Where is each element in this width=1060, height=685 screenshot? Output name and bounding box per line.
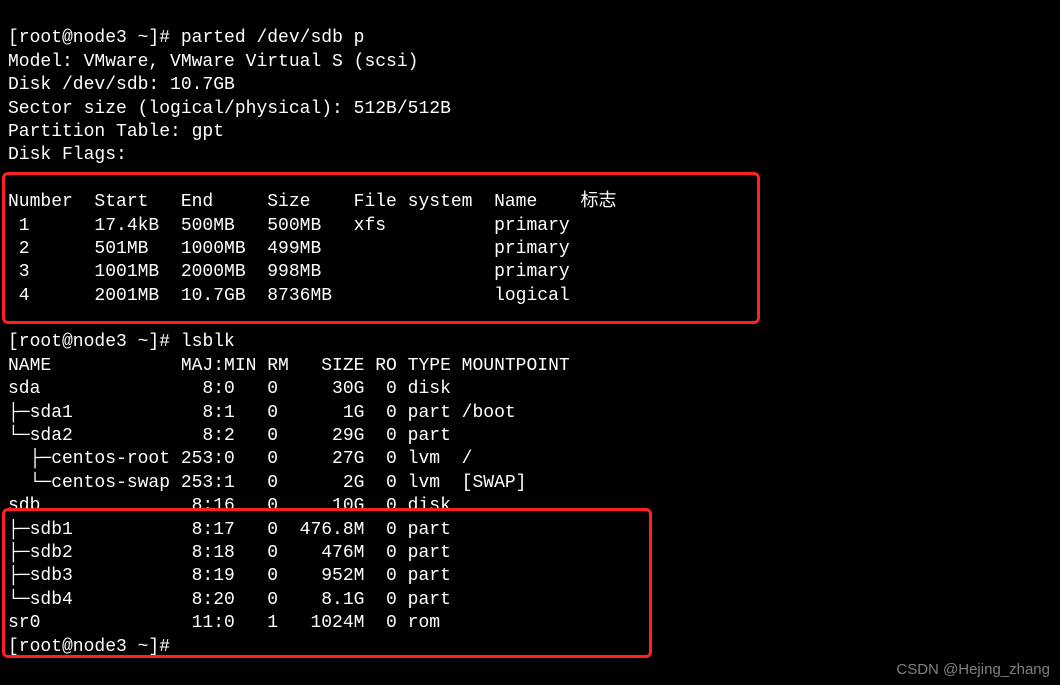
prompt-host: [root@node3 ~] bbox=[8, 637, 159, 657]
info-line: Disk /dev/sdb: 10.7GB bbox=[8, 75, 235, 95]
command-text: lsblk bbox=[181, 332, 235, 352]
lsblk-row: └─centos-swap 253:1 0 2G 0 lvm [SWAP] bbox=[8, 473, 526, 493]
lsblk-row: ├─centos-root 253:0 0 27G 0 lvm / bbox=[8, 449, 472, 469]
info-line: Partition Table: gpt bbox=[8, 122, 224, 142]
parted-row: 3 1001MB 2000MB 998MB primary bbox=[8, 262, 570, 282]
lsblk-row: sdb 8:16 0 10G 0 disk bbox=[8, 496, 462, 516]
info-line: Model: VMware, VMware Virtual S (scsi) bbox=[8, 52, 418, 72]
lsblk-row: ├─sdb2 8:18 0 476M 0 part bbox=[8, 543, 462, 563]
parted-row: 2 501MB 1000MB 499MB primary bbox=[8, 239, 570, 259]
lsblk-row: ├─sda1 8:1 0 1G 0 part /boot bbox=[8, 403, 516, 423]
prompt-line-1: [root@node3 ~]# parted /dev/sdb p bbox=[8, 28, 364, 48]
prompt-line-2: [root@node3 ~]# lsblk bbox=[8, 332, 235, 352]
info-line: Sector size (logical/physical): 512B/512… bbox=[8, 99, 451, 119]
lsblk-row: └─sdb4 8:20 0 8.1G 0 part bbox=[8, 590, 462, 610]
prompt-symbol: # bbox=[159, 332, 181, 352]
parted-row: 4 2001MB 10.7GB 8736MB logical bbox=[8, 286, 570, 306]
prompt-symbol: # bbox=[159, 637, 181, 657]
lsblk-row: └─sda2 8:2 0 29G 0 part bbox=[8, 426, 462, 446]
info-line: Disk Flags: bbox=[8, 145, 127, 165]
prompt-host: [root@node3 ~] bbox=[8, 332, 159, 352]
lsblk-row: ├─sdb3 8:19 0 952M 0 part bbox=[8, 566, 462, 586]
lsblk-row: ├─sdb1 8:17 0 476.8M 0 part bbox=[8, 520, 462, 540]
prompt-line-3: [root@node3 ~]# bbox=[8, 637, 181, 657]
lsblk-header-row: NAME MAJ:MIN RM SIZE RO TYPE MOUNTPOINT bbox=[8, 356, 570, 376]
prompt-host: [root@node3 ~] bbox=[8, 28, 159, 48]
terminal-output[interactable]: [root@node3 ~]# parted /dev/sdb p Model:… bbox=[0, 0, 1060, 663]
lsblk-row: sr0 11:0 1 1024M 0 rom bbox=[8, 613, 462, 633]
prompt-symbol: # bbox=[159, 28, 181, 48]
parted-header-row: Number Start End Size File system Name 标… bbox=[8, 192, 617, 212]
lsblk-row: sda 8:0 0 30G 0 disk bbox=[8, 379, 462, 399]
command-text: parted /dev/sdb p bbox=[181, 28, 365, 48]
parted-row: 1 17.4kB 500MB 500MB xfs primary bbox=[8, 216, 570, 236]
